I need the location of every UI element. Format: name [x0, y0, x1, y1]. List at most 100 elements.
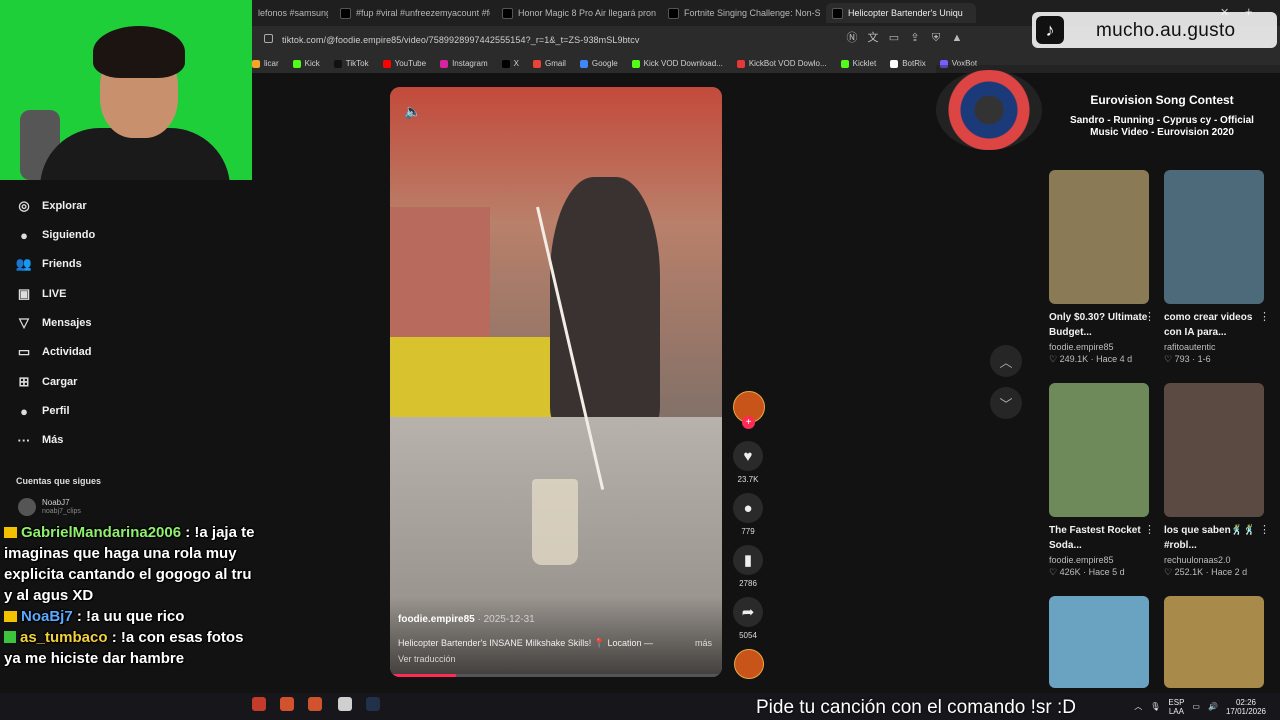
chevron-up-tray-icon[interactable]: ︿: [1134, 701, 1142, 712]
more-options-icon[interactable]: ⋮: [1144, 310, 1155, 323]
volume-tray-icon[interactable]: 🔊: [1208, 702, 1218, 711]
bookmark-item[interactable]: Kick: [292, 59, 320, 68]
recommended-title[interactable]: The Fastest Rocket Soda...: [1049, 523, 1149, 553]
volume-icon[interactable]: 🔈: [404, 103, 421, 120]
video-author[interactable]: foodie.empire85 · 2025-12-31: [398, 614, 535, 625]
alert-icon[interactable]: ▲: [951, 32, 963, 44]
more-link[interactable]: más: [695, 638, 712, 648]
app-icon[interactable]: [366, 697, 380, 711]
sidebar-item-siguiendo[interactable]: ● Siguiendo: [16, 227, 95, 243]
recommended-author[interactable]: foodie.empire85: [1049, 342, 1149, 352]
mic-icon[interactable]: 🎙: [1150, 702, 1160, 711]
extension-icon[interactable]: ⛨: [930, 32, 942, 44]
bookmark-item[interactable]: BotRix: [890, 59, 926, 68]
site-info-icon[interactable]: [264, 34, 273, 43]
browser-tab[interactable]: #fup #viral #unfreezemyacount #for: [334, 3, 490, 23]
recommended-author[interactable]: rafitoautentic: [1164, 342, 1264, 352]
recommended-video-card[interactable]: [1164, 596, 1264, 688]
sidebar-item-explorar[interactable]: ◎ Explorar: [16, 198, 86, 214]
recommended-video-card[interactable]: The Fastest Rocket Soda... foodie.empire8…: [1049, 383, 1155, 578]
brave-icon[interactable]: [280, 697, 294, 711]
video-bartender: [550, 177, 660, 427]
taskbar-app-icon[interactable]: [252, 697, 266, 711]
save-action[interactable]: ▮ 2786: [733, 545, 763, 588]
sidebar-item-friends[interactable]: 👥 Friends: [16, 256, 82, 272]
video-thumbnail[interactable]: [1049, 383, 1149, 517]
sidebar-item-live[interactable]: ▣ LIVE: [16, 286, 67, 302]
comment-action[interactable]: ● 779: [733, 493, 763, 536]
video-progress-bar[interactable]: [390, 674, 722, 677]
previous-video-button[interactable]: ︿: [990, 345, 1022, 377]
video-thumbnail[interactable]: [1049, 170, 1149, 304]
bookmark-item[interactable]: X: [501, 59, 519, 68]
crown-badge-icon: [4, 611, 17, 622]
brave-icon[interactable]: [308, 697, 322, 711]
browser-tab-active[interactable]: Helicopter Bartender's Uniqu: [826, 3, 976, 23]
more-icon: ···: [17, 432, 31, 448]
recommended-video-card[interactable]: como crear videos con IA para... rafitoau…: [1164, 170, 1270, 365]
following-icon: ●: [20, 227, 28, 243]
bookmark-item[interactable]: Gmail: [532, 59, 566, 68]
tab-title: Helicopter Bartender's Uniqu: [848, 8, 963, 18]
comment-count: 779: [741, 527, 755, 536]
recommended-author[interactable]: foodie.empire85: [1049, 555, 1149, 565]
video-thumbnail[interactable]: [1049, 596, 1149, 688]
more-options-icon[interactable]: ⋮: [1144, 523, 1155, 536]
recommended-title[interactable]: como crear videos con IA para...: [1164, 310, 1264, 340]
screen-icon[interactable]: ▭: [888, 32, 900, 44]
bookmark-item[interactable]: KickBot VOD Dowlo...: [736, 59, 827, 68]
chat-text: : !a uu que rico: [76, 608, 185, 625]
bookmark-item[interactable]: Instagram: [440, 59, 488, 68]
system-tray: ︿ 🎙 ESP LAA ▭ 🔊 02:26 17/01/2026: [1134, 693, 1266, 720]
video-thumbnail[interactable]: [1164, 596, 1264, 688]
tab-title: Fortnite Singing Challenge: Non-Sto: [684, 8, 820, 18]
reader-icon[interactable]: Ⓝ: [846, 32, 858, 44]
share-icon[interactable]: ⇪: [909, 32, 921, 44]
bookmark-item[interactable]: licar: [252, 59, 279, 68]
recommended-video-card[interactable]: [1049, 596, 1149, 688]
bookmark-item[interactable]: Google: [579, 59, 618, 68]
share-action[interactable]: ➦ 5054: [733, 597, 763, 640]
next-video-button[interactable]: ﹀: [990, 387, 1022, 419]
sidebar-item-perfil[interactable]: ● Perfil: [16, 403, 69, 419]
translate-link[interactable]: Ver traducción: [398, 654, 456, 664]
share-arrow-icon[interactable]: ➦: [733, 597, 763, 627]
more-options-icon[interactable]: ⋮: [1259, 523, 1270, 536]
sidebar-item-label: LIVE: [42, 288, 67, 300]
clock[interactable]: 02:26 17/01/2026: [1226, 698, 1266, 716]
browser-tab[interactable]: Fortnite Singing Challenge: Non-Sto: [662, 3, 820, 23]
bookmark-favicon-icon: [890, 59, 899, 68]
translate-icon[interactable]: 文: [867, 32, 879, 44]
sidebar-item-más[interactable]: ··· Más: [16, 432, 64, 448]
browser-tab[interactable]: lefonos #samsung: [252, 3, 328, 23]
bookmark-item[interactable]: YouTube: [382, 59, 426, 68]
video-thumbnail[interactable]: [1164, 170, 1264, 304]
browser-tab[interactable]: Honor Magic 8 Pro Air llegará pronto: [496, 3, 656, 23]
video-player[interactable]: 🔈 foodie.empire85 · 2025-12-31 Helicopte…: [390, 87, 722, 677]
recommended-author[interactable]: rechuulonaas2.0: [1164, 555, 1264, 565]
bookmark-item[interactable]: Kick VOD Download...: [631, 59, 723, 68]
bookmark-icon[interactable]: ▮: [733, 545, 763, 575]
recommended-title[interactable]: Only $0.30? Ultimate Budget...: [1049, 310, 1149, 340]
heart-icon[interactable]: ♥: [733, 441, 763, 471]
more-options-icon[interactable]: ⋮: [1259, 310, 1270, 323]
bookmark-favicon-icon: [252, 59, 260, 68]
video-thumbnail[interactable]: [1164, 383, 1264, 517]
sidebar-item-cargar[interactable]: ⊞ Cargar: [16, 374, 78, 390]
bookmark-item[interactable]: Kicklet: [840, 59, 876, 68]
url-field[interactable]: tiktok.com/@foodie.empire85/video/758992…: [282, 35, 639, 45]
following-account[interactable]: NoabJ7 noabj7_clips: [18, 498, 81, 516]
language-indicator[interactable]: ESP LAA: [1168, 698, 1184, 716]
music-disc-icon[interactable]: [734, 649, 764, 679]
network-icon[interactable]: ▭: [1192, 702, 1200, 711]
recommended-video-card[interactable]: los que saben🕺🕺#robl... rechuulonaas2.0 ♡ …: [1164, 383, 1270, 578]
bookmark-item[interactable]: TikTok: [333, 59, 369, 68]
comment-icon[interactable]: ●: [733, 493, 763, 523]
follow-plus-icon[interactable]: +: [742, 416, 755, 429]
recommended-title[interactable]: los que saben🕺🕺#robl...: [1164, 523, 1264, 553]
file-icon[interactable]: [338, 697, 352, 711]
sidebar-item-mensajes[interactable]: ▽ Mensajes: [16, 315, 92, 331]
recommended-video-card[interactable]: Only $0.30? Ultimate Budget... foodie.emp…: [1049, 170, 1155, 365]
sidebar-item-actividad[interactable]: ▭ Actividad: [16, 344, 92, 360]
like-action[interactable]: ♥ 23.7K: [733, 441, 763, 484]
